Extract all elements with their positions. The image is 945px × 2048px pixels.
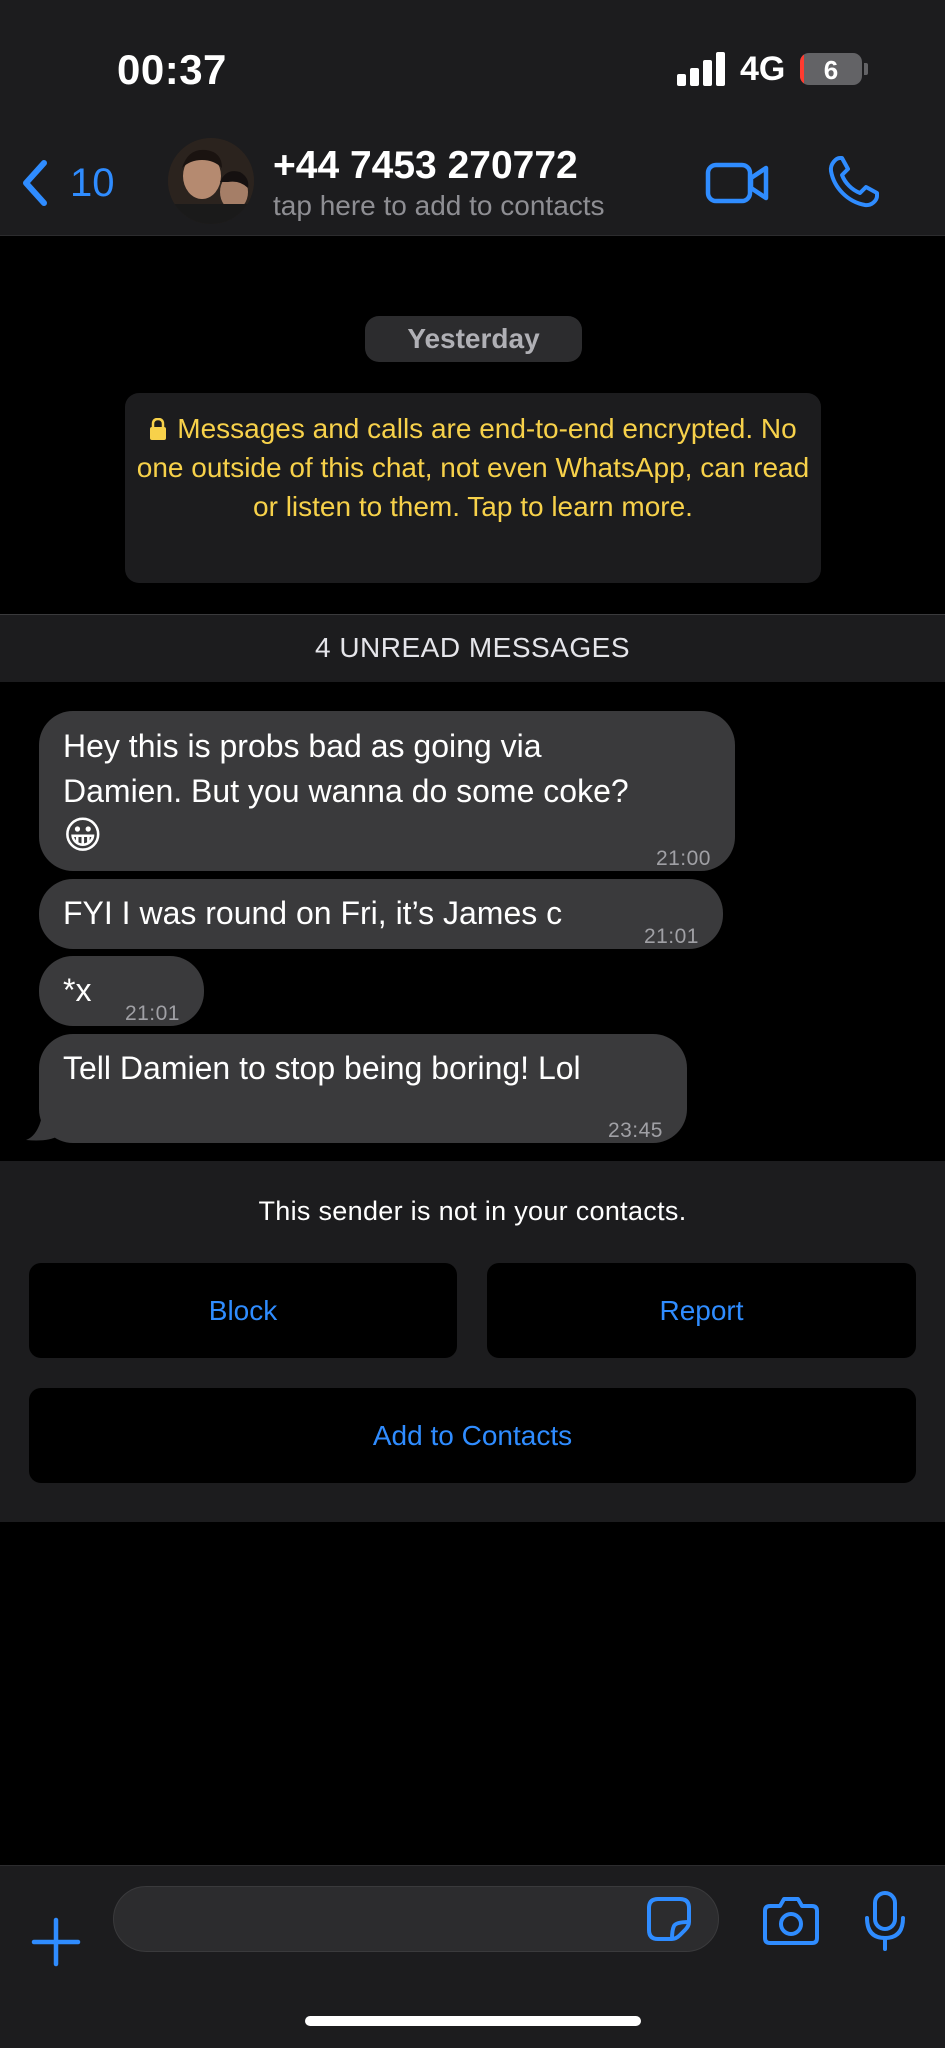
unread-chats-count: 10 [70,160,115,205]
contact-subtitle[interactable]: tap here to add to contacts [273,190,605,222]
add-to-contacts-button[interactable]: Add to Contacts [29,1388,916,1483]
bubble-tail [26,1100,58,1141]
status-bar: 00:37 4G 6 [0,0,945,130]
status-time: 00:37 [117,46,227,93]
message-bubble[interactable]: Hey this is probs bad as going via Damie… [39,711,735,871]
camera-icon[interactable] [762,1894,820,1946]
chat-header: 10 +44 7453 270772 tap here to add to co… [0,130,945,236]
network-type: 4G [740,50,786,88]
message-text: FYI I was round on Fri, it’s James c [63,895,563,931]
unknown-sender-note: This sender is not in your contacts. [258,1196,687,1226]
unread-messages-divider: 4 UNREAD MESSAGES [0,614,945,682]
sticker-icon[interactable] [646,1896,692,1942]
battery-icon: 6 [800,53,862,85]
message-time: 21:00 [655,847,711,870]
report-button[interactable]: Report [487,1263,916,1358]
message-bubble[interactable]: Tell Damien to stop being boring! Lol 23… [39,1034,687,1143]
message-text: Hey this is probs bad as going via [63,728,542,764]
battery-percent: 6 [823,55,839,85]
unknown-sender-panel: This sender is not in your contacts. Blo… [0,1161,945,1522]
grinning-face-emoji: 😀 [63,815,103,857]
video-call-icon[interactable] [705,158,769,208]
message-bubble[interactable]: *x 21:01 [39,956,204,1026]
plus-icon[interactable] [30,1916,82,1968]
home-indicator[interactable] [305,2016,641,2026]
date-separator: Yesterday [365,316,582,362]
message-bubble[interactable]: FYI I was round on Fri, it’s James c 21:… [39,879,723,949]
lock-icon [150,418,167,440]
microphone-icon[interactable] [862,1890,908,1952]
message-time: 21:01 [643,925,699,948]
profile-photo [168,138,254,224]
encryption-notice[interactable]: Messages and calls are end-to-end encryp… [125,393,821,583]
block-button[interactable]: Block [29,1263,457,1358]
phone-call-icon[interactable] [826,154,880,210]
encryption-notice-text: Messages and calls are end-to-end encryp… [136,413,810,522]
battery-tip [864,63,868,75]
message-time: 23:45 [607,1119,663,1142]
signal-strength-icon [677,52,727,86]
avatar[interactable] [168,138,254,224]
contact-name[interactable]: +44 7453 270772 [273,144,578,188]
message-text: Damien. But you wanna do some coke? [63,773,629,809]
message-text: *x [63,972,92,1008]
message-text: Tell Damien to stop being boring! Lol [63,1050,581,1086]
message-time: 21:01 [124,1002,180,1025]
chevron-left-icon [23,160,47,206]
message-input[interactable] [113,1886,719,1952]
back-button[interactable]: 10 [18,154,115,212]
